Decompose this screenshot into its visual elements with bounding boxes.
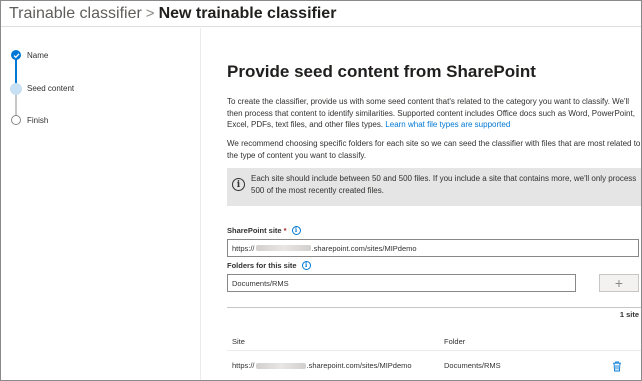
breadcrumb: Trainable classifier > New trainable cla…: [1, 1, 641, 27]
folders-label: Folders for this site i: [227, 261, 311, 270]
redacted-tenant: [255, 245, 311, 251]
info-message-text: Each site should include between 50 and …: [251, 174, 637, 195]
main-panel: Provide seed content from SharePoint To …: [202, 28, 641, 380]
checkmark-icon: [13, 52, 19, 58]
breadcrumb-parent-link[interactable]: Trainable classifier: [9, 5, 142, 23]
stepper-connector-done: [15, 58, 17, 84]
step-name[interactable]: Name: [27, 51, 48, 60]
table-row-folder: Documents/RMS: [444, 361, 501, 370]
sharepoint-site-label: SharePoint site * i: [227, 226, 301, 235]
intro-paragraph: To create the classifier, provide us wit…: [227, 96, 641, 131]
row-site-suffix: .sharepoint.com/sites/MIPdemo: [306, 361, 412, 370]
step-seed-content[interactable]: Seed content: [27, 84, 74, 93]
section-divider: [227, 307, 641, 308]
recommend-paragraph: We recommend choosing specific folders f…: [227, 139, 641, 160]
folders-info-icon[interactable]: i: [301, 261, 311, 270]
table-header-divider: [227, 350, 641, 351]
file-types-link[interactable]: Learn what file types are supported: [385, 120, 510, 129]
folders-label-text: Folders for this site: [227, 261, 297, 270]
wizard-stepper: Name Seed content Finish: [1, 28, 201, 380]
row-site-prefix: https://: [232, 361, 255, 370]
breadcrumb-separator: >: [145, 5, 155, 22]
site-url-prefix: https://: [232, 243, 255, 253]
site-count: 1 site: [619, 310, 639, 319]
stepper-connector-pending: [15, 94, 17, 116]
step-finish: Finish: [27, 116, 49, 125]
step-complete-icon: [11, 50, 21, 60]
section-title: Provide seed content from SharePoint: [227, 62, 536, 81]
sharepoint-site-input[interactable]: https:// .sharepoint.com/sites/MIPdemo: [227, 239, 639, 257]
sharepoint-site-label-text: SharePoint site: [227, 226, 282, 235]
folders-input[interactable]: Documents/RMS: [227, 274, 576, 292]
column-header-site: Site: [232, 337, 245, 346]
table-row-site: https:// .sharepoint.com/sites/MIPdemo: [232, 361, 412, 370]
step-current-icon: [10, 83, 22, 95]
step-pending-icon: [11, 115, 21, 125]
redacted-tenant: [255, 362, 306, 369]
sharepoint-site-info-icon[interactable]: i: [291, 226, 301, 235]
info-icon: i: [232, 178, 245, 191]
folders-input-value: Documents/RMS: [232, 278, 289, 288]
wizard-window: Trainable classifier > New trainable cla…: [0, 0, 642, 381]
page-title: New trainable classifier: [158, 4, 337, 22]
info-message: i Each site should include between 50 an…: [227, 168, 641, 206]
column-header-folder: Folder: [444, 337, 466, 346]
delete-icon[interactable]: [612, 361, 622, 372]
site-url-suffix: .sharepoint.com/sites/MIPdemo: [311, 243, 417, 253]
add-folder-button[interactable]: +: [599, 274, 639, 292]
required-indicator: *: [283, 226, 287, 235]
